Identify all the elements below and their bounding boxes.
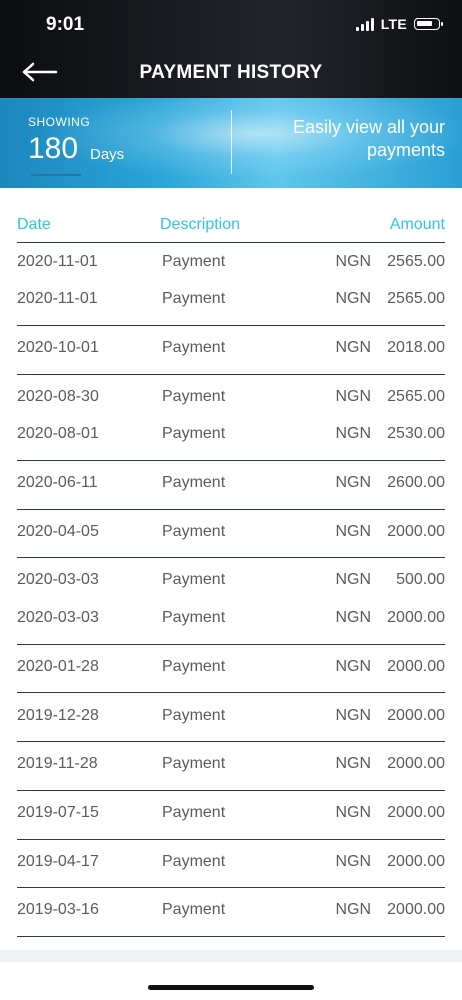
row-description: Payment (162, 474, 226, 491)
row-description: Payment (162, 755, 226, 772)
row-currency: NGN (335, 804, 371, 821)
row-currency: NGN (335, 388, 371, 405)
row-amount: 2600.00 (387, 474, 445, 491)
row-date: 2020-03-03 (17, 571, 99, 588)
table-row[interactable]: 2020-10-01 Payment NGN 2018.00 (17, 331, 445, 367)
row-divider (17, 557, 445, 558)
row-currency: NGN (335, 523, 371, 540)
row-amount: 2000.00 (387, 853, 445, 870)
row-currency: NGN (335, 571, 371, 588)
row-date: 2019-12-28 (17, 707, 99, 724)
row-amount: 2000.00 (387, 755, 445, 772)
row-amount: 2565.00 (387, 290, 445, 307)
row-date: 2019-07-15 (17, 804, 99, 821)
row-divider (17, 790, 445, 791)
row-currency: NGN (335, 474, 371, 491)
row-divider (17, 692, 445, 693)
row-date: 2019-04-17 (17, 853, 99, 870)
table-row[interactable]: 2020-11-01 Payment NGN 2565.00 (17, 245, 445, 281)
row-date: 2019-11-28 (17, 755, 98, 772)
row-currency: NGN (335, 290, 371, 307)
row-divider (17, 839, 445, 840)
row-divider (17, 936, 445, 937)
row-date: 2020-11-01 (17, 253, 98, 270)
row-date: 2019-03-16 (17, 901, 99, 918)
row-amount: 2000.00 (387, 523, 445, 540)
row-amount: 500.00 (396, 571, 445, 588)
row-description: Payment (162, 253, 226, 270)
row-divider (17, 741, 445, 742)
row-date: 2020-08-30 (17, 388, 99, 405)
row-description: Payment (162, 425, 226, 442)
table-row[interactable]: 2020-11-01 Payment NGN 2565.00 (17, 282, 445, 318)
row-amount: 2000.00 (387, 804, 445, 821)
row-date: 2020-10-01 (17, 339, 99, 356)
row-divider (17, 374, 445, 375)
row-currency: NGN (335, 425, 371, 442)
row-date: 2020-01-28 (17, 658, 99, 675)
table-row[interactable]: 2020-06-11 Payment NGN 2600.00 (17, 466, 445, 502)
table-row[interactable]: 2020-03-03 Payment NGN 500.00 (17, 563, 445, 599)
row-description: Payment (162, 901, 226, 918)
row-amount: 2565.00 (387, 253, 445, 270)
row-date: 2020-03-03 (17, 609, 99, 626)
table-row[interactable]: 2019-11-28 Payment NGN 2000.00 (17, 747, 445, 783)
table-row[interactable]: 2020-04-05 Payment NGN 2000.00 (17, 515, 445, 551)
row-description: Payment (162, 609, 226, 626)
row-divider (17, 460, 445, 461)
row-currency: NGN (335, 707, 371, 724)
row-divider (17, 325, 445, 326)
row-currency: NGN (335, 253, 371, 270)
row-description: Payment (162, 707, 226, 724)
row-date: 2020-06-11 (17, 474, 98, 491)
table-row[interactable]: 2020-08-30 Payment NGN 2565.00 (17, 380, 445, 416)
row-amount: 2000.00 (387, 609, 445, 626)
row-amount: 2565.00 (387, 388, 445, 405)
table-row[interactable]: 2019-12-28 Payment NGN 2000.00 (17, 699, 445, 735)
row-description: Payment (162, 804, 226, 821)
row-currency: NGN (335, 901, 371, 918)
row-date: 2020-04-05 (17, 523, 99, 540)
row-description: Payment (162, 658, 226, 675)
table-row[interactable]: 2020-01-28 Payment NGN 2000.00 (17, 650, 445, 686)
row-description: Payment (162, 339, 226, 356)
table-row[interactable]: 2019-07-15 Payment NGN 2000.00 (17, 796, 445, 832)
row-amount: 2000.00 (387, 901, 445, 918)
row-currency: NGN (335, 755, 371, 772)
row-date: 2020-11-01 (17, 290, 98, 307)
row-date: 2020-08-01 (17, 425, 99, 442)
row-divider (17, 644, 445, 645)
row-description: Payment (162, 388, 226, 405)
row-amount: 2530.00 (387, 425, 445, 442)
table-row[interactable]: 2020-03-03 Payment NGN 2000.00 (17, 601, 445, 637)
row-divider (17, 509, 445, 510)
row-description: Payment (162, 571, 226, 588)
table-row[interactable]: 2020-08-01 Payment NGN 2530.00 (17, 417, 445, 453)
row-currency: NGN (335, 658, 371, 675)
row-description: Payment (162, 290, 226, 307)
row-amount: 2018.00 (387, 339, 445, 356)
row-description: Payment (162, 853, 226, 870)
row-currency: NGN (335, 609, 371, 626)
row-currency: NGN (335, 339, 371, 356)
row-amount: 2000.00 (387, 707, 445, 724)
row-divider (17, 887, 445, 888)
row-description: Payment (162, 523, 226, 540)
home-indicator[interactable] (148, 985, 314, 990)
payment-list: 2020-11-01 Payment NGN 2565.00 2020-11-01 Pay… (0, 0, 462, 1000)
table-row[interactable]: 2019-03-16 Payment NGN 2000.00 (17, 893, 445, 929)
row-amount: 2000.00 (387, 658, 445, 675)
row-currency: NGN (335, 853, 371, 870)
table-row[interactable]: 2019-04-17 Payment NGN 2000.00 (17, 845, 445, 881)
bottom-strip (0, 950, 462, 962)
